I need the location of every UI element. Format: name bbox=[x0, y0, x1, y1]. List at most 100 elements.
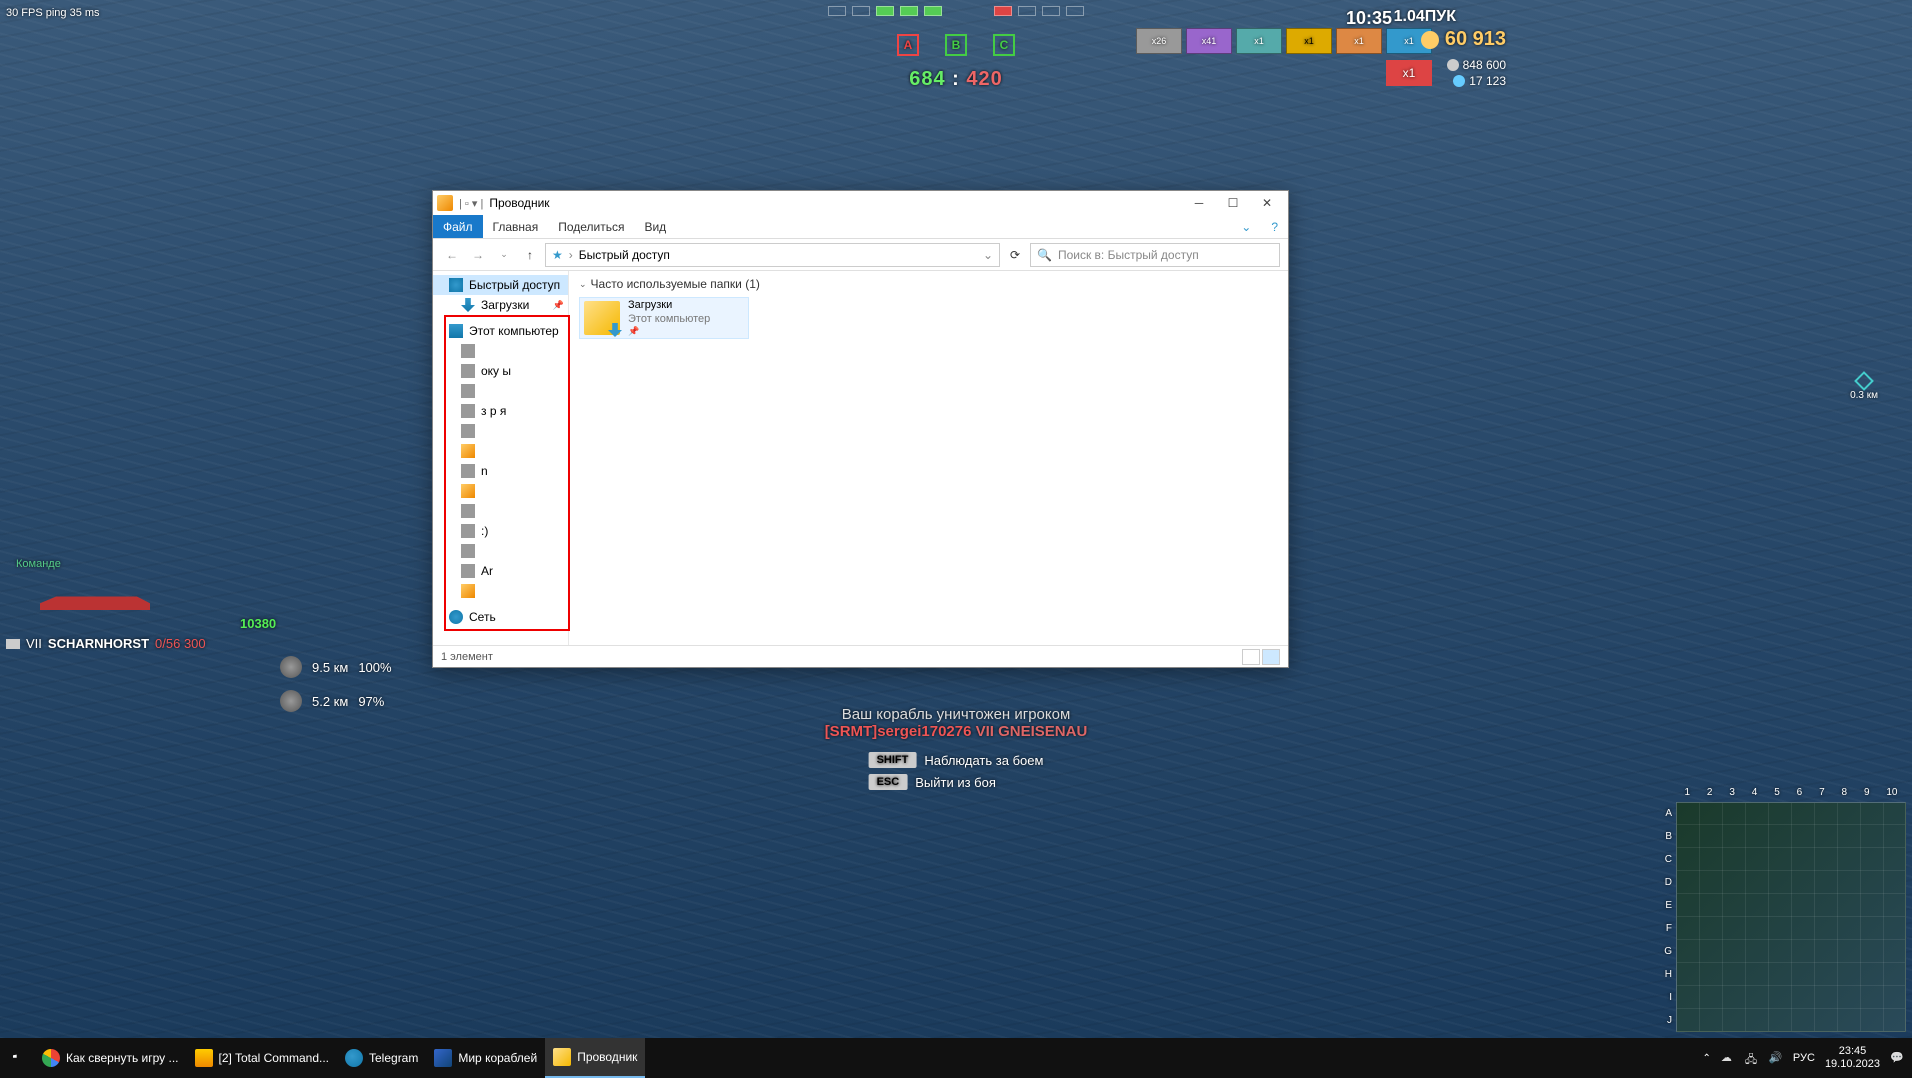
explorer-window: | ▫ ▾ | Проводник ─ ☐ ✕ Файл Главная Под… bbox=[432, 190, 1289, 668]
cap-b: B bbox=[945, 34, 967, 56]
sidebar-item[interactable]: з р я bbox=[433, 401, 568, 421]
view-details-button[interactable] bbox=[1242, 649, 1260, 665]
folder-icon bbox=[461, 424, 475, 438]
window-title: Проводник bbox=[489, 196, 1176, 210]
clock[interactable]: 23:45 19.10.2023 bbox=[1825, 1045, 1880, 1071]
nav-pane[interactable]: Быстрый доступ Загрузки📌 Этот компьютер … bbox=[433, 271, 569, 645]
close-button[interactable]: ✕ bbox=[1250, 191, 1284, 215]
explorer-icon bbox=[437, 195, 453, 211]
ribbon: x1 bbox=[1336, 28, 1382, 54]
tray-overflow-icon[interactable]: ⌃ bbox=[1703, 1053, 1711, 1064]
network-icon[interactable]: 🖧 bbox=[1745, 1051, 1759, 1065]
folder-icon bbox=[461, 464, 475, 478]
language-indicator[interactable]: РУС bbox=[1793, 1052, 1815, 1064]
help-icon[interactable]: ? bbox=[1261, 215, 1288, 238]
refresh-button[interactable]: ⟳ bbox=[1004, 244, 1026, 266]
ribbon-share[interactable]: Поделиться bbox=[548, 215, 634, 238]
ribbon-expand-icon[interactable]: ⌄ bbox=[1231, 215, 1261, 238]
recent-dropdown-icon[interactable]: ⌄ bbox=[493, 244, 515, 266]
folder-icon bbox=[461, 364, 475, 378]
sidebar-network[interactable]: Сеть bbox=[433, 607, 568, 627]
nav-bar: ← → ⌄ ↑ ★ › Быстрый доступ ⌄ ⟳ 🔍 Поиск в… bbox=[433, 239, 1288, 271]
folder-icon bbox=[584, 301, 620, 335]
forward-button[interactable]: → bbox=[467, 244, 489, 266]
battle-clock: 10:35 bbox=[1346, 8, 1392, 29]
addr-dropdown-icon[interactable]: ⌄ bbox=[983, 248, 993, 262]
ribbon: x1 bbox=[1236, 28, 1282, 54]
tg-icon bbox=[345, 1049, 363, 1067]
sidebar-item[interactable] bbox=[433, 421, 568, 441]
status-bar: 1 элемент bbox=[433, 645, 1288, 667]
folder-icon bbox=[461, 584, 475, 598]
quick-access-star-icon: ★ bbox=[552, 248, 563, 262]
maximize-button[interactable]: ☐ bbox=[1216, 191, 1250, 215]
ribbon: x41 bbox=[1186, 28, 1232, 54]
damage-counter: 60 913 bbox=[1421, 28, 1506, 51]
folder-tile-downloads[interactable]: Загрузки Этот компьютер 📌 bbox=[579, 297, 749, 339]
credits-panel: 848 600 17 123 bbox=[1447, 58, 1506, 88]
ribbon-file[interactable]: Файл bbox=[433, 215, 483, 238]
silver-icon bbox=[1447, 59, 1459, 71]
sidebar-item[interactable] bbox=[433, 541, 568, 561]
sidebar-item[interactable] bbox=[433, 501, 568, 521]
system-tray[interactable]: ⌃ ☁ 🖧 🔊 РУС 23:45 19.10.2023 💬 bbox=[1695, 1045, 1912, 1071]
group-header[interactable]: ⌄Часто используемые папки (1) bbox=[579, 277, 1278, 291]
ship-icon bbox=[994, 6, 1012, 16]
back-button[interactable]: ← bbox=[441, 244, 463, 266]
damage-icon bbox=[1421, 31, 1439, 49]
minimize-button[interactable]: ─ bbox=[1182, 191, 1216, 215]
wows-icon bbox=[434, 1049, 452, 1067]
taskbar-app[interactable]: Мир кораблей bbox=[426, 1038, 545, 1078]
sidebar-item[interactable] bbox=[433, 441, 568, 461]
sidebar-item[interactable]: :) bbox=[433, 521, 568, 541]
search-input[interactable]: 🔍 Поиск в: Быстрый доступ bbox=[1030, 243, 1280, 267]
taskbar-app[interactable]: Telegram bbox=[337, 1038, 426, 1078]
taskbar[interactable]: Как свернуть игру ...[2] Total Command..… bbox=[0, 1038, 1912, 1078]
notifications-icon[interactable]: 💬 bbox=[1890, 1051, 1904, 1065]
ship-icon bbox=[828, 6, 846, 16]
ship-icon bbox=[852, 6, 870, 16]
ship-icon bbox=[924, 6, 942, 16]
folder-icon bbox=[461, 404, 475, 418]
team-label: Команде bbox=[16, 558, 61, 570]
taskbar-app[interactable]: [2] Total Command... bbox=[187, 1038, 338, 1078]
view-tiles-button[interactable] bbox=[1262, 649, 1280, 665]
hud-top-row bbox=[828, 6, 1084, 16]
ribbon-flag: x1 bbox=[1386, 60, 1432, 86]
ally-distance: 10380 bbox=[240, 616, 276, 631]
folder-icon bbox=[461, 484, 475, 498]
start-button[interactable] bbox=[0, 1038, 34, 1078]
sidebar-item[interactable] bbox=[433, 341, 568, 361]
sidebar-item[interactable]: n bbox=[433, 461, 568, 481]
sidebar-item[interactable] bbox=[433, 581, 568, 601]
folder-icon bbox=[461, 544, 475, 558]
titlebar[interactable]: | ▫ ▾ | Проводник ─ ☐ ✕ bbox=[433, 191, 1288, 215]
sidebar-quick-access[interactable]: Быстрый доступ bbox=[433, 275, 568, 295]
sidebar-this-pc[interactable]: Этот компьютер bbox=[433, 321, 568, 341]
kill-message: Ваш корабль уничтожен игроком [SRMT]serg… bbox=[825, 706, 1088, 740]
taskbar-app[interactable]: Проводник bbox=[545, 1038, 645, 1078]
up-button[interactable]: ↑ bbox=[519, 244, 541, 266]
onedrive-icon[interactable]: ☁ bbox=[1721, 1051, 1735, 1065]
tile-location: Этот компьютер bbox=[628, 313, 710, 326]
ribbon-view[interactable]: Вид bbox=[634, 215, 676, 238]
folder-icon bbox=[461, 564, 475, 578]
sidebar-downloads[interactable]: Загрузки📌 bbox=[433, 295, 568, 315]
sidebar-item[interactable]: оку ы bbox=[433, 361, 568, 381]
address-bar[interactable]: ★ › Быстрый доступ ⌄ bbox=[545, 243, 1000, 267]
capture-points: A B C bbox=[897, 34, 1015, 56]
volume-icon[interactable]: 🔊 bbox=[1769, 1051, 1783, 1065]
ribbon-home[interactable]: Главная bbox=[483, 215, 549, 238]
turret-row-1: 9.5 км 100% bbox=[280, 656, 392, 678]
minimap[interactable] bbox=[1676, 802, 1906, 1032]
folder-icon bbox=[553, 1048, 571, 1066]
sidebar-item[interactable] bbox=[433, 481, 568, 501]
taskbar-app[interactable]: Как свернуть игру ... bbox=[34, 1038, 187, 1078]
score-enemy: 420 bbox=[966, 68, 1002, 90]
ribbon: Файл Главная Поделиться Вид ⌄ ? bbox=[433, 215, 1288, 239]
star-icon bbox=[449, 278, 463, 292]
sidebar-item[interactable]: Ar bbox=[433, 561, 568, 581]
score: 684 : 420 bbox=[909, 68, 1003, 91]
content-area[interactable]: ⌄Часто используемые папки (1) Загрузки Э… bbox=[569, 271, 1288, 645]
sidebar-item[interactable] bbox=[433, 381, 568, 401]
